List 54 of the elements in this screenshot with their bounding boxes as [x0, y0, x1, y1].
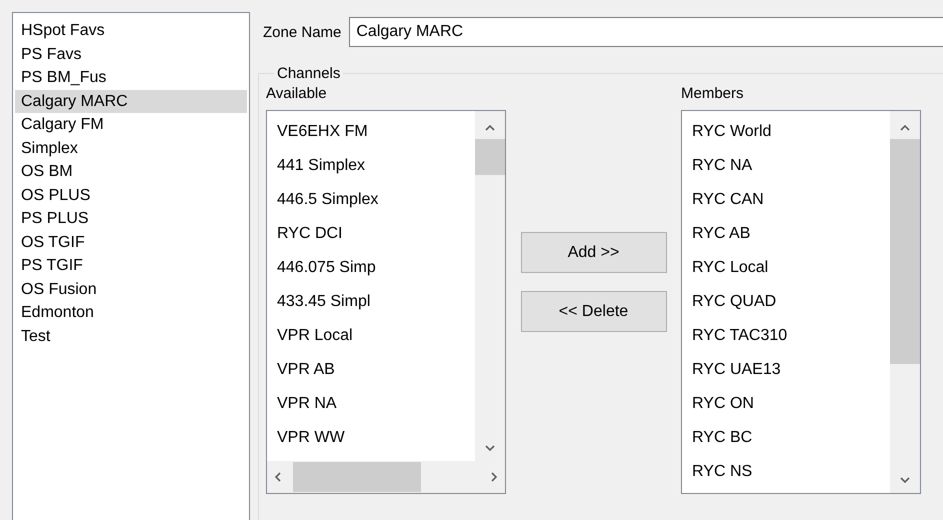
channel-item[interactable]: RYC BC — [692, 421, 890, 455]
channel-item[interactable]: VE6EHX FM — [277, 115, 475, 149]
scroll-up-icon[interactable] — [485, 125, 495, 131]
members-label: Members — [681, 85, 745, 104]
zone-item[interactable]: PS Favs — [15, 42, 247, 66]
zone-item[interactable]: PS BM_Fus — [15, 66, 247, 90]
scroll-up-icon[interactable] — [900, 125, 910, 131]
channel-item[interactable]: RYC DCI — [277, 217, 475, 251]
zone-item[interactable]: HSpot Favs — [15, 19, 247, 42]
channel-item[interactable]: RYC UAE13 — [692, 353, 890, 387]
zone-item[interactable]: OS TGIF — [15, 230, 247, 254]
channel-item[interactable]: VPR AB — [277, 353, 475, 387]
channel-item[interactable]: VPR NA — [277, 387, 475, 421]
scroll-thumb[interactable] — [475, 139, 505, 175]
scroll-down-icon[interactable] — [900, 477, 910, 483]
channel-item[interactable]: RYC NS — [692, 455, 890, 489]
zone-name-field[interactable]: Calgary MARC — [349, 17, 943, 47]
zone-item[interactable]: PS TGIF — [15, 254, 247, 278]
available-label: Available — [266, 85, 328, 104]
zone-item[interactable]: OS Fusion — [15, 278, 247, 301]
channel-item[interactable]: 446.5 Simplex — [277, 183, 475, 217]
channel-item[interactable]: RYC ON — [692, 387, 890, 421]
channel-item[interactable]: RYC NA — [692, 149, 890, 183]
channel-item[interactable]: 441 Simplex — [277, 149, 475, 183]
zone-item[interactable]: OS PLUS — [15, 184, 247, 207]
channel-item[interactable]: RYC AB — [692, 217, 890, 251]
channel-item[interactable]: RYC TAC310 — [692, 319, 890, 353]
vertical-scrollbar[interactable] — [890, 111, 920, 493]
zone-name-label: Zone Name — [263, 24, 342, 40]
channel-item[interactable]: RYC Local — [692, 251, 890, 285]
zone-item[interactable]: Calgary MARC — [15, 90, 247, 113]
channel-item[interactable]: RYC QUAD — [692, 285, 890, 319]
add-button[interactable]: Add >> — [520, 232, 666, 273]
vertical-scrollbar[interactable] — [475, 111, 505, 461]
channel-item[interactable]: RYC CAN — [692, 183, 890, 217]
channel-item[interactable]: 446.075 Simp — [277, 251, 475, 285]
horizontal-scrollbar[interactable] — [267, 461, 505, 493]
channel-item[interactable]: 433.45 Simpl — [277, 285, 475, 319]
scroll-right-icon[interactable] — [491, 472, 497, 482]
zone-item[interactable]: OS BM — [15, 160, 247, 184]
zone-item[interactable]: PS PLUS — [15, 207, 247, 230]
group-title: Channels — [276, 65, 342, 82]
channel-item[interactable]: RYC World — [692, 115, 890, 149]
scroll-thumb[interactable] — [293, 462, 421, 492]
delete-button[interactable]: << Delete — [520, 291, 666, 332]
scroll-thumb[interactable] — [890, 139, 920, 364]
scroll-down-icon[interactable] — [485, 445, 495, 451]
channel-item[interactable]: VPR WW — [277, 421, 475, 455]
zone-item[interactable]: Simplex — [15, 136, 247, 160]
channel-item[interactable]: VPR Local — [277, 319, 475, 353]
scroll-left-icon[interactable] — [275, 472, 281, 482]
zone-item[interactable]: Test — [15, 324, 247, 348]
zone-item[interactable]: Edmonton — [15, 301, 247, 324]
zone-item[interactable]: Calgary FM — [15, 113, 247, 136]
